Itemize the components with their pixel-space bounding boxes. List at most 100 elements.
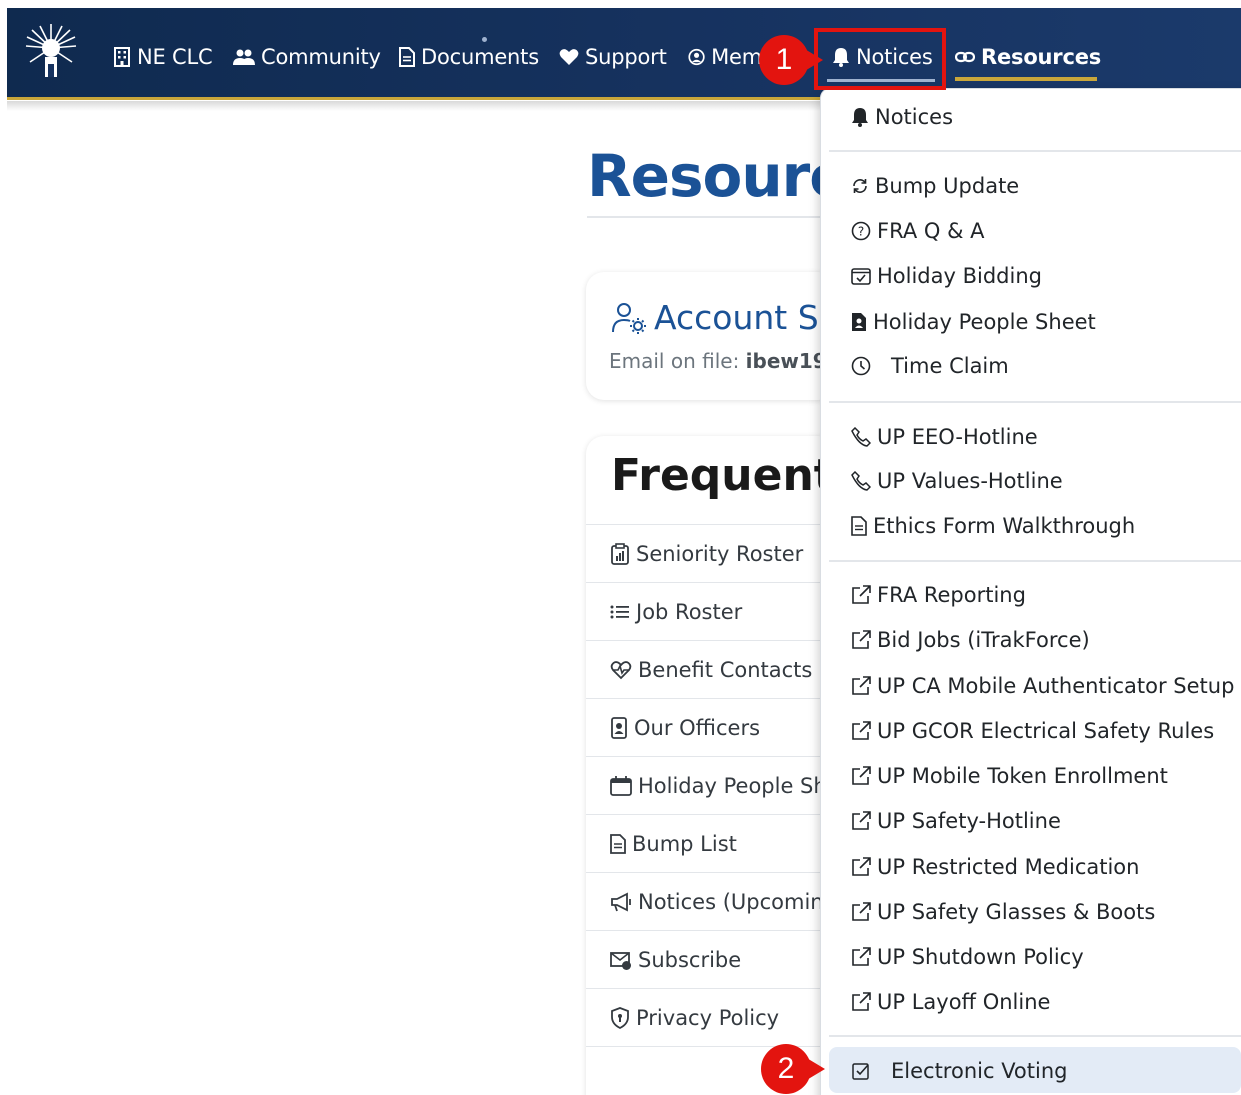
faq-item-label: Seniority Roster <box>636 541 804 566</box>
dropdown-item-label: UP Shutdown Policy <box>877 945 1084 969</box>
faq-item-subscribe[interactable]: Subscribe <box>586 930 836 988</box>
faq-item-notices-upcoming[interactable]: Notices (Upcomin <box>586 872 836 930</box>
person-circle-icon <box>688 48 705 66</box>
nav-label: Resources <box>981 45 1102 69</box>
step-badge-1: 1 <box>759 35 823 85</box>
external-link-icon <box>852 992 871 1011</box>
dropdown-item-ethics-form-walkthrough[interactable]: Ethics Form Walkthrough <box>851 509 1135 543</box>
notices-dropdown-menu: Notices Bump Update ? FRA Q & A Holiday … <box>820 88 1241 1095</box>
refresh-icon <box>853 179 867 193</box>
external-link-icon <box>852 947 871 966</box>
frequently-used-card: Frequently Seniority Roster Job Roster B… <box>586 436 836 1095</box>
faq-item-label: Holiday People Sh <box>638 773 827 798</box>
faq-item-label: Notices (Upcomin <box>638 889 824 914</box>
faq-item-job-roster[interactable]: Job Roster <box>586 582 836 640</box>
nav-support[interactable]: Support <box>559 40 667 74</box>
page-title: Resources <box>587 142 827 210</box>
dropdown-item-bid-jobs[interactable]: Bid Jobs (iTrakForce) <box>851 623 1090 657</box>
faq-item-label: Job Roster <box>636 599 743 624</box>
external-link-icon <box>852 766 871 785</box>
external-link-icon <box>852 857 871 876</box>
dropdown-item-up-safety-hotline[interactable]: UP Safety-Hotline <box>851 804 1061 838</box>
svg-text:?: ? <box>858 225 864 239</box>
faq-item-holiday-people-sheet[interactable]: Holiday People Sh <box>586 756 836 814</box>
nav-label: Mem <box>711 45 762 69</box>
dropdown-item-up-gcor-electrical[interactable]: UP GCOR Electrical Safety Rules <box>851 714 1214 748</box>
union-logo-icon[interactable] <box>22 20 80 82</box>
dropdown-item-up-ca-mobile-authenticator[interactable]: UP CA Mobile Authenticator Setup <box>851 669 1234 703</box>
dropdown-item-label: UP Values-Hotline <box>877 469 1063 493</box>
dropdown-item-label: Holiday Bidding <box>877 264 1042 288</box>
nav-label: Support <box>585 45 667 69</box>
nav-resources[interactable]: Resources <box>955 40 1101 74</box>
nav-label: Documents <box>421 45 539 69</box>
file-text-icon <box>610 833 626 854</box>
dropdown-item-label: UP Layoff Online <box>877 990 1051 1014</box>
email-label: Email on file: <box>609 349 740 373</box>
dropdown-item-notices[interactable]: Notices <box>851 100 953 134</box>
file-person-icon <box>852 313 866 331</box>
nav-community[interactable]: Community <box>233 40 381 74</box>
check-square-icon <box>852 1063 869 1080</box>
dropdown-divider <box>829 560 1241 562</box>
phone-icon <box>851 471 871 491</box>
dropdown-item-up-layoff-online[interactable]: UP Layoff Online <box>851 985 1050 1019</box>
dropdown-item-label: FRA Q & A <box>877 219 985 243</box>
faq-item-seniority-roster[interactable]: Seniority Roster <box>586 524 836 582</box>
dropdown-item-label: Holiday People Sheet <box>873 310 1096 334</box>
dropdown-item-electronic-voting[interactable]: Electronic Voting <box>851 1054 1067 1088</box>
dropdown-item-label: UP Safety-Hotline <box>877 809 1061 833</box>
nav-members[interactable]: Mem <box>688 40 762 74</box>
dropdown-item-up-mobile-token[interactable]: UP Mobile Token Enrollment <box>851 759 1168 793</box>
dropdown-item-holiday-people-sheet[interactable]: Holiday People Sheet <box>851 305 1096 339</box>
external-link-icon <box>852 902 871 921</box>
external-link-icon <box>852 630 871 649</box>
dropdown-item-label: UP GCOR Electrical Safety Rules <box>877 719 1215 743</box>
dropdown-item-label: UP Safety Glasses & Boots <box>877 900 1156 924</box>
faq-item-label: Subscribe <box>638 947 742 972</box>
notices-highlight-box <box>814 28 946 90</box>
nav-documents[interactable]: Documents <box>399 40 539 74</box>
faq-item-bump-list[interactable]: Bump List <box>586 814 836 872</box>
nav-label: Community <box>261 45 381 69</box>
dropdown-item-label: UP CA Mobile Authenticator Setup <box>877 674 1235 698</box>
dropdown-item-up-safety-glasses[interactable]: UP Safety Glasses & Boots <box>851 895 1155 929</box>
faq-item-privacy-policy[interactable]: Privacy Policy <box>586 988 836 1046</box>
dropdown-divider <box>829 1035 1241 1037</box>
dropdown-item-up-restricted-medication[interactable]: UP Restricted Medication <box>851 850 1139 884</box>
bell-icon <box>852 108 868 127</box>
heart-icon <box>559 49 579 65</box>
dropdown-item-time-claim[interactable]: Time Claim <box>851 349 1009 383</box>
dropdown-item-up-eeo-hotline[interactable]: UP EEO-Hotline <box>851 420 1038 454</box>
dropdown-item-bump-update[interactable]: Bump Update <box>851 169 1019 203</box>
clock-icon <box>851 356 871 376</box>
dropdown-item-up-values-hotline[interactable]: UP Values-Hotline <box>851 464 1063 498</box>
badge-icon <box>611 716 627 739</box>
question-circle-icon: ? <box>851 221 871 241</box>
heart-pulse-icon <box>610 660 632 679</box>
faq-item-label: Our Officers <box>634 715 761 740</box>
external-link-icon <box>852 811 871 830</box>
dropdown-item-label: FRA Reporting <box>877 583 1026 607</box>
dropdown-item-label: Notices <box>875 105 954 129</box>
dropdown-divider <box>829 401 1241 403</box>
faq-item-label: Privacy Policy <box>636 1005 780 1030</box>
dropdown-item-up-shutdown-policy[interactable]: UP Shutdown Policy <box>851 940 1084 974</box>
dropdown-item-fra-qa[interactable]: ? FRA Q & A <box>851 214 984 248</box>
faq-item-benefit-contacts[interactable]: Benefit Contacts <box>586 640 836 698</box>
faq-item-our-officers[interactable]: Our Officers <box>586 698 836 756</box>
email-value: ibew19 <box>745 349 827 373</box>
dropdown-item-fra-reporting[interactable]: FRA Reporting <box>851 578 1026 612</box>
nav-indicator-dot <box>482 37 487 42</box>
dropdown-item-label: Bump Update <box>875 174 1020 198</box>
nav-ne-clc[interactable]: NE CLC <box>113 40 213 74</box>
person-gear-icon <box>612 303 646 334</box>
step-badge-2: 2 <box>761 1044 825 1094</box>
list-icon <box>610 605 629 618</box>
dropdown-item-label: Ethics Form Walkthrough <box>873 514 1136 538</box>
dropdown-item-label: Time Claim <box>891 354 1009 378</box>
file-text-icon <box>851 516 867 536</box>
dropdown-item-label: Electronic Voting <box>891 1059 1068 1083</box>
people-icon <box>233 49 255 65</box>
dropdown-item-holiday-bidding[interactable]: Holiday Bidding <box>851 259 1042 293</box>
